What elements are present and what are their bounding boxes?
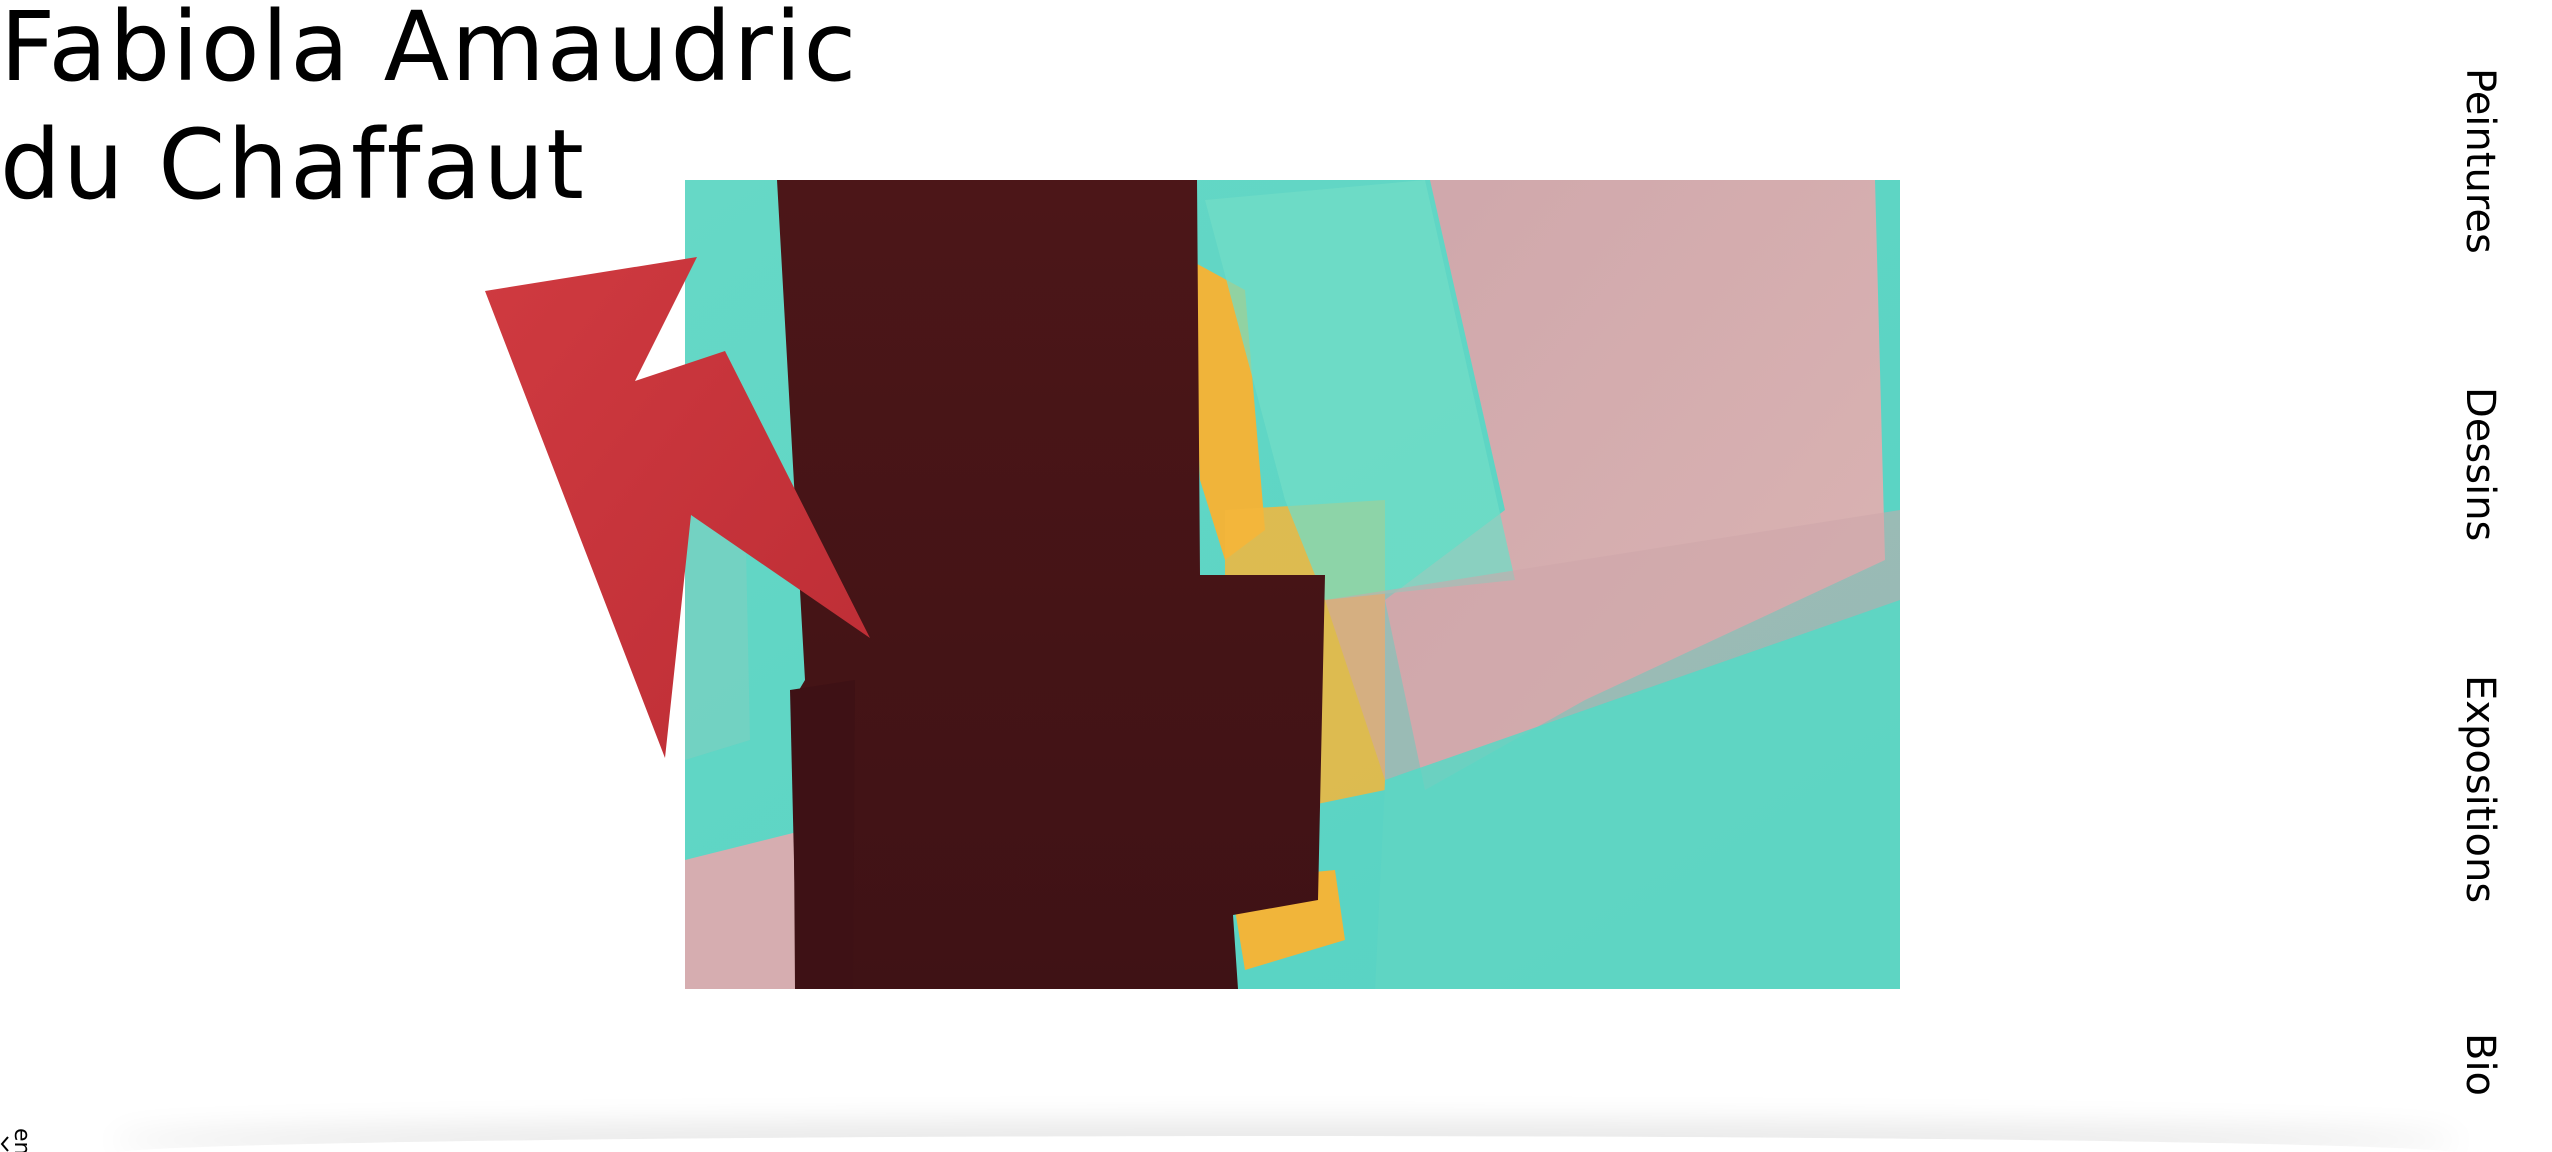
nav-item-dessins[interactable]: Dessins	[2457, 387, 2503, 541]
nav-item-peintures[interactable]: Peintures	[2457, 68, 2503, 254]
language-switch-en[interactable]: en	[9, 1128, 34, 1152]
nav-item-bio[interactable]: Bio	[2457, 1033, 2503, 1096]
site-title-line-1: Fabiola Amaudric	[0, 0, 859, 103]
lightning-bolt-icon	[485, 255, 875, 760]
arrow-icon[interactable]	[0, 1136, 10, 1152]
bottom-shadow-divider	[110, 1136, 2462, 1152]
nav-item-expositions[interactable]: Expositions	[2457, 675, 2503, 903]
